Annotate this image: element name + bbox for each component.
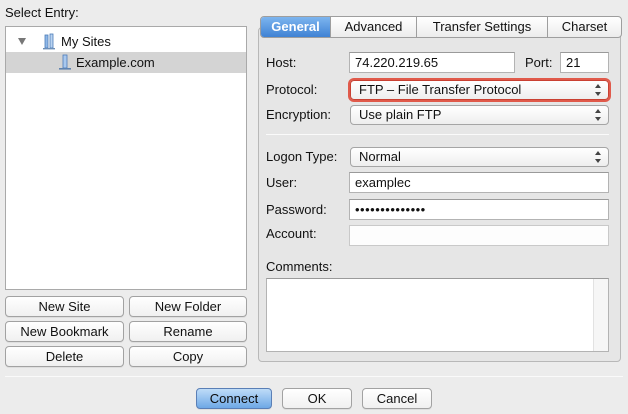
tree-item-example-com[interactable]: Example.com [6,52,246,73]
disclosure-triangle-icon[interactable] [18,38,26,45]
new-bookmark-button[interactable]: New Bookmark [5,321,124,342]
new-site-button[interactable]: New Site [5,296,124,317]
folder-icon [43,33,55,50]
ok-button[interactable]: OK [282,388,352,409]
separator [266,134,609,135]
user-input[interactable]: examplec [349,172,609,193]
encryption-select-value: Use plain FTP [359,107,442,122]
updown-arrows-icon [595,84,602,96]
tab-charset[interactable]: Charset [548,17,621,37]
footer-separator [5,376,623,377]
tree-item-my-sites[interactable]: My Sites [6,31,246,52]
new-folder-button[interactable]: New Folder [129,296,247,317]
comments-textarea[interactable] [266,278,609,352]
password-input[interactable]: •••••••••••••• [349,199,609,220]
protocol-select[interactable]: FTP – File Transfer Protocol [350,80,609,100]
host-label: Host: [266,55,297,70]
port-input[interactable]: 21 [560,52,609,73]
logon-type-select[interactable]: Normal [350,147,609,167]
protocol-label: Protocol: [266,82,318,97]
logon-type-select-value: Normal [359,149,401,164]
delete-button[interactable]: Delete [5,346,124,367]
port-label: Port: [525,55,553,70]
rename-button[interactable]: Rename [129,321,247,342]
account-label: Account: [266,226,317,241]
site-tree[interactable]: My Sites Example.com [5,26,247,290]
cancel-button[interactable]: Cancel [362,388,432,409]
tab-general[interactable]: General [261,17,331,37]
logon-type-label: Logon Type: [266,149,338,164]
account-input[interactable] [349,225,609,246]
comments-label: Comments: [266,259,333,274]
comments-scrollbar[interactable] [593,279,608,351]
settings-tab-bar: General Advanced Transfer Settings Chars… [260,16,622,38]
tab-advanced[interactable]: Advanced [331,17,417,37]
select-entry-label: Select Entry: [5,5,79,20]
encryption-select[interactable]: Use plain FTP [350,105,609,125]
password-label: Password: [266,202,327,217]
copy-button[interactable]: Copy [129,346,247,367]
user-label: User: [266,175,298,190]
host-input[interactable]: 74.220.219.65 [349,52,515,73]
tree-item-label: Example.com [76,55,155,70]
tree-item-label: My Sites [61,34,111,49]
protocol-select-value: FTP – File Transfer Protocol [359,82,522,97]
updown-arrows-icon [595,151,602,163]
encryption-label: Encryption: [266,107,332,122]
site-icon [59,54,71,70]
tab-transfer-settings[interactable]: Transfer Settings [417,17,548,37]
connect-button[interactable]: Connect [196,388,272,409]
updown-arrows-icon [595,109,602,121]
